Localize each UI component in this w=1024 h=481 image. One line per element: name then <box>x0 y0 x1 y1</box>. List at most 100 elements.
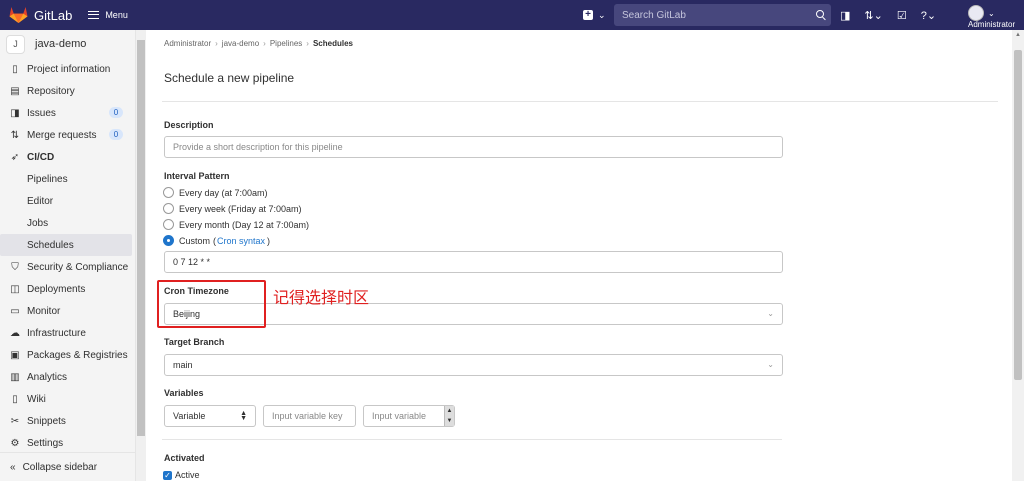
sidebar-item-cicd[interactable]: ➶ CI/CD <box>0 146 135 168</box>
sidebar-item-label: Deployments <box>27 283 86 295</box>
sidebar-item-settings[interactable]: ⚙ Settings <box>0 432 135 454</box>
package-icon: ▣ <box>10 349 20 361</box>
chevron-right-icon: › <box>263 39 266 48</box>
sidebar-item-merge-requests[interactable]: ⇅ Merge requests 0 <box>0 124 135 146</box>
plus-icon: + <box>583 10 593 20</box>
radio-button[interactable] <box>163 187 174 198</box>
activated-label: Activated <box>164 453 205 463</box>
radio-label: Every week (Friday at 7:00am) <box>179 203 302 214</box>
radio-button-selected[interactable] <box>163 235 174 246</box>
sidebar-item-packages-registries[interactable]: ▣ Packages & Registries <box>0 344 135 366</box>
gitlab-fox-icon <box>9 6 28 24</box>
interval-option-monthly[interactable]: Every month (Day 12 at 7:00am) <box>163 219 309 230</box>
description-placeholder: Provide a short description for this pip… <box>173 142 343 152</box>
issues-nav-icon[interactable]: ◨ <box>840 9 850 22</box>
active-checkbox-row[interactable]: ✓ Active <box>163 470 200 480</box>
description-label: Description <box>164 120 214 130</box>
variable-value-placeholder: Input variable <box>372 411 427 421</box>
sidebar-item-editor[interactable]: Editor <box>0 190 135 212</box>
target-branch-label: Target Branch <box>164 337 225 347</box>
divider <box>162 439 782 440</box>
sidebar-item-pipelines[interactable]: Pipelines <box>0 168 135 190</box>
gear-icon: ⚙ <box>10 437 20 449</box>
sidebar: J java-demo ▯ Project information ▤ Reposi… <box>0 30 136 481</box>
search-box[interactable] <box>614 4 831 26</box>
interval-option-weekly[interactable]: Every week (Friday at 7:00am) <box>163 203 302 214</box>
new-item-button[interactable]: + ⌄ <box>583 0 606 30</box>
active-label: Active <box>175 470 200 480</box>
cron-input[interactable]: 0 7 12 * * <box>164 251 783 273</box>
up-down-icon: ▲ ▼ <box>240 410 247 422</box>
project-name: java-demo <box>35 38 87 50</box>
chevron-right-icon: › <box>215 39 218 48</box>
search-input[interactable] <box>622 9 812 21</box>
sidebar-item-label: CI/CD <box>27 151 55 163</box>
todos-nav-icon[interactable]: ☑ <box>897 9 907 22</box>
breadcrumb-item[interactable]: Administrator <box>164 39 211 48</box>
resize-handle[interactable]: ▲ ▼ <box>444 406 454 426</box>
sidebar-item-repository[interactable]: ▤ Repository <box>0 80 135 102</box>
sidebar-item-label: Settings <box>27 437 64 449</box>
double-chevron-left-icon: « <box>10 461 16 473</box>
sidebar-item-label: Analytics <box>27 371 68 383</box>
sidebar-scrollbar-thumb[interactable] <box>137 40 145 436</box>
radio-label: Custom <box>179 235 211 246</box>
sidebar-item-label: Repository <box>27 85 75 97</box>
sidebar-item-wiki[interactable]: ▯ Wiki <box>0 388 135 410</box>
breadcrumb-item[interactable]: java-demo <box>222 39 259 48</box>
annotation-note: 记得选择时区 <box>273 288 370 307</box>
chevron-down-icon: ⌄ <box>988 9 995 18</box>
count-badge: 0 <box>109 129 123 140</box>
deployments-icon: ◫ <box>10 283 20 295</box>
paren-close: ) <box>267 235 271 246</box>
sidebar-item-deployments[interactable]: ◫ Deployments <box>0 278 135 300</box>
sidebar-item-infrastructure[interactable]: ☁ Infrastructure <box>0 322 135 344</box>
project-header[interactable]: J java-demo <box>0 30 135 58</box>
cloud-icon: ☁ <box>10 327 20 339</box>
cron-syntax-link[interactable]: Cron syntax <box>217 236 265 246</box>
menu-button[interactable]: Menu <box>88 10 128 20</box>
variable-key-input[interactable]: Input variable key <box>263 405 356 427</box>
monitor-icon: ▭ <box>10 305 20 317</box>
scroll-up-arrow-icon[interactable]: ▲ <box>1014 32 1022 40</box>
radio-button[interactable] <box>163 203 174 214</box>
sidebar-item-jobs[interactable]: Jobs <box>0 212 135 234</box>
interval-option-daily[interactable]: Every day (at 7:00am) <box>163 187 268 198</box>
breadcrumb-current[interactable]: Schedules <box>313 39 353 48</box>
sidebar-item-security-compliance[interactable]: ⛉ Security & Compliance <box>0 256 135 278</box>
checkbox-checked[interactable]: ✓ <box>163 470 172 480</box>
breadcrumb-item[interactable]: Pipelines <box>270 39 302 48</box>
description-field[interactable]: Provide a short description for this pip… <box>164 136 783 158</box>
info-icon: ▯ <box>12 63 18 75</box>
sidebar-item-issues[interactable]: ◨ Issues 0 <box>0 102 135 124</box>
sidebar-item-schedules[interactable]: Schedules <box>0 234 132 256</box>
page-scrollbar-thumb[interactable] <box>1014 50 1022 380</box>
sidebar-item-project-information[interactable]: ▯ Project information <box>0 58 135 80</box>
variables-label: Variables <box>164 388 204 398</box>
sidebar-item-analytics[interactable]: ▥ Analytics <box>0 366 135 388</box>
sidebar-item-snippets[interactable]: ✂ Snippets <box>0 410 135 432</box>
collapse-sidebar-button[interactable]: « Collapse sidebar <box>0 452 136 481</box>
count-badge: 0 <box>109 107 123 118</box>
sidebar-item-monitor[interactable]: ▭ Monitor <box>0 300 135 322</box>
page-title: Schedule a new pipeline <box>164 71 295 85</box>
help-icon[interactable]: ?⌄ <box>921 9 936 22</box>
merge-requests-nav-icon[interactable]: ⇅⌄ <box>864 9 882 22</box>
sidebar-item-label: Pipelines <box>27 173 68 185</box>
top-navbar: GitLab Menu + ⌄ ◨ ⇅⌄ ☑ ?⌄ ⌄ Administrato… <box>0 0 1024 30</box>
project-avatar: J <box>6 34 25 54</box>
user-menu[interactable]: ⌄ Administrator <box>966 3 1024 30</box>
branch-value: main <box>173 360 193 370</box>
search-icon <box>816 10 824 18</box>
sidebar-item-label: Wiki <box>27 393 46 405</box>
interval-option-custom[interactable]: Custom ( Cron syntax ) <box>163 235 270 246</box>
rocket-icon: ➶ <box>10 151 20 163</box>
variable-value-input[interactable]: Input variable ▲ ▼ <box>363 405 455 427</box>
interval-pattern-label: Interval Pattern <box>164 171 230 181</box>
gitlab-logo[interactable]: GitLab <box>9 6 72 24</box>
chevron-down-icon: ⌄ <box>598 9 606 20</box>
radio-button[interactable] <box>163 219 174 230</box>
sidebar-item-label: Schedules <box>27 239 74 251</box>
variable-type-select[interactable]: Variable ▲ ▼ <box>164 405 256 427</box>
target-branch-dropdown[interactable]: main ⌄ <box>164 354 783 376</box>
